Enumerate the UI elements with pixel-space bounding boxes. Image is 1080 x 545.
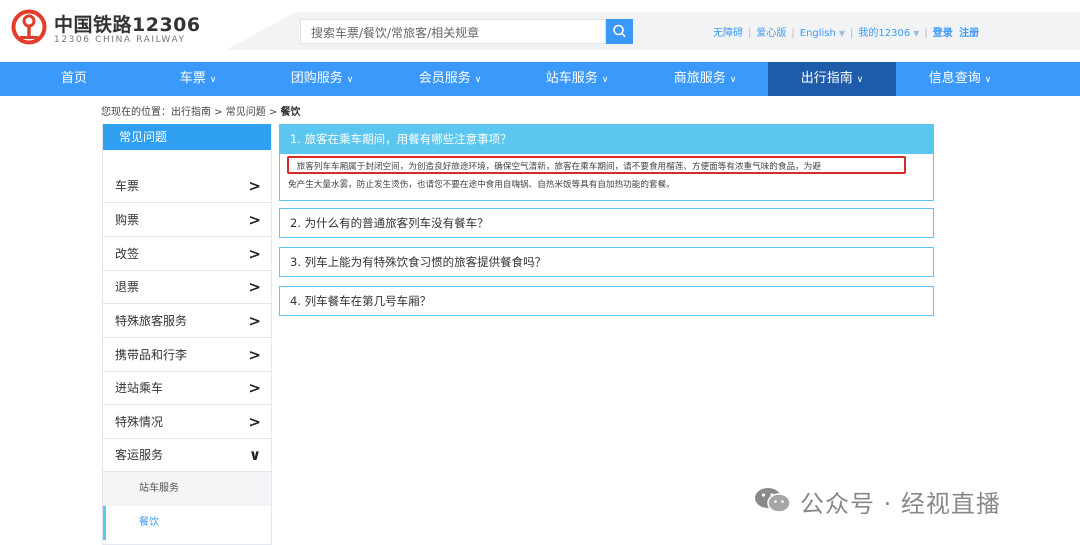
highlight-annotation-box (287, 156, 906, 174)
chevron-down-icon: ∨ (984, 75, 992, 85)
breadcrumb-current: 餐饮 (280, 107, 301, 118)
chevron-right-icon: > (248, 346, 261, 364)
chevron-right-icon: > (248, 211, 261, 229)
sidebar-item-luggage[interactable]: 携带品和行李 > (103, 338, 271, 372)
faq-question-2[interactable]: 2. 为什么有的普通旅客列车没有餐车？ (279, 208, 934, 238)
caring-link[interactable]: 爱心版 (756, 28, 786, 39)
nav-info-query[interactable]: 信息查询 ∨ (896, 62, 1024, 96)
sidebar-item-tickets[interactable]: 车票 > (103, 169, 271, 203)
chevron-down-icon: ∨ (346, 75, 354, 85)
china-railway-logo[interactable] (11, 9, 47, 45)
faq-question-3[interactable]: 3. 列车上能为有特殊饮食习惯的旅客提供餐食吗？ (279, 247, 934, 277)
chevron-right-icon: > (248, 278, 261, 296)
chevron-down-icon: ∨ (729, 75, 737, 85)
wechat-icon (755, 488, 791, 513)
sidebar-item-refund[interactable]: 退票 > (103, 270, 271, 304)
faq-answer-line: 免产生大量水雾，防止发生烫伤，也请您不要在途中食用自嗨锅、自热米饭等具有自加热功… (288, 180, 675, 190)
brand-subtitle: 12306 CHINA RAILWAY (54, 35, 186, 45)
breadcrumb: 您现在的位置：出行指南 > 常见问题 > 餐饮 (101, 103, 300, 118)
watermark-text: 公众号 · 经视直播 (800, 490, 1001, 518)
sidebar-title: 常见问题 (103, 124, 271, 150)
sidebar-item-special-passengers[interactable]: 特殊旅客服务 > (103, 304, 271, 338)
sidebar-item-purchase[interactable]: 购票 > (103, 203, 271, 237)
search-input[interactable]: 搜索车票/餐饮/常旅客/相关规章 (300, 19, 606, 44)
chevron-right-icon: > (248, 312, 261, 330)
main-nav: 首页 车票 ∨ 团购服务 ∨ 会员服务 ∨ 站车服务 ∨ 商旅服务 ∨ 出行指南 ∨ 信息查… (0, 62, 1080, 96)
chevron-down-icon: ▼ (913, 29, 920, 38)
chevron-down-icon: ∨ (209, 75, 217, 85)
chevron-down-icon: ▼ (838, 29, 846, 38)
chevron-down-icon: ∨ (248, 446, 261, 464)
sidebar-item-boarding[interactable]: 进站乘车 > (103, 371, 271, 405)
nav-home[interactable]: 首页 (10, 62, 138, 96)
top-links: 无障碍 | 爱心版 | English ▼ | 我的12306 ▼ | 登录 注册 (713, 28, 980, 39)
faq-question-1[interactable]: 1. 旅客在乘车期间，用餐有哪些注意事项？ (280, 125, 933, 154)
sidebar-subitem-station-service[interactable]: 站车服务 (103, 472, 271, 506)
breadcrumb-path[interactable]: 您现在的位置：出行指南 > 常见问题 > (101, 107, 280, 118)
sidebar-item-special-cases[interactable]: 特殊情况 > (103, 405, 271, 439)
chevron-right-icon: > (248, 245, 261, 263)
brand-name: 中国铁路12306 (54, 14, 201, 36)
chevron-down-icon: ∨ (474, 75, 482, 85)
sidebar-subitem-catering[interactable]: 餐饮 (103, 506, 271, 540)
faq-sidebar: 常见问题 车票 > 购票 > 改签 > 退票 > 特殊旅客服务 > 携带品和行李 > 进站乘… (102, 124, 272, 545)
chevron-right-icon: > (248, 413, 261, 431)
chevron-down-icon: ∨ (856, 75, 864, 85)
site-header: 中国铁路12306 12306 CHINA RAILWAY 搜索车票/餐饮/常旅… (0, 0, 1080, 62)
nav-station-service[interactable]: 站车服务 ∨ (513, 62, 641, 96)
search-icon (613, 24, 626, 38)
language-link[interactable]: English (800, 28, 836, 39)
my12306-link[interactable]: 我的12306 (858, 28, 910, 39)
accessible-link[interactable]: 无障碍 (713, 28, 743, 39)
login-link[interactable]: 登录 (933, 28, 953, 39)
sidebar-item-passenger-service[interactable]: 客运服务 ∨ (103, 438, 271, 472)
nav-group[interactable]: 团购服务 ∨ (258, 62, 386, 96)
nav-travel-guide[interactable]: 出行指南 ∨ (768, 62, 896, 96)
nav-member[interactable]: 会员服务 ∨ (386, 62, 514, 96)
chevron-right-icon: > (248, 379, 261, 397)
chevron-right-icon: > (248, 177, 261, 195)
nav-tickets[interactable]: 车票 ∨ (134, 62, 262, 96)
register-link[interactable]: 注册 (959, 28, 979, 39)
search-button[interactable] (606, 19, 633, 44)
nav-business[interactable]: 商旅服务 ∨ (641, 62, 769, 96)
chevron-down-icon: ∨ (601, 75, 609, 85)
sidebar-item-change[interactable]: 改签 > (103, 237, 271, 271)
faq-question-4[interactable]: 4. 列车餐车在第几号车厢？ (279, 286, 934, 316)
